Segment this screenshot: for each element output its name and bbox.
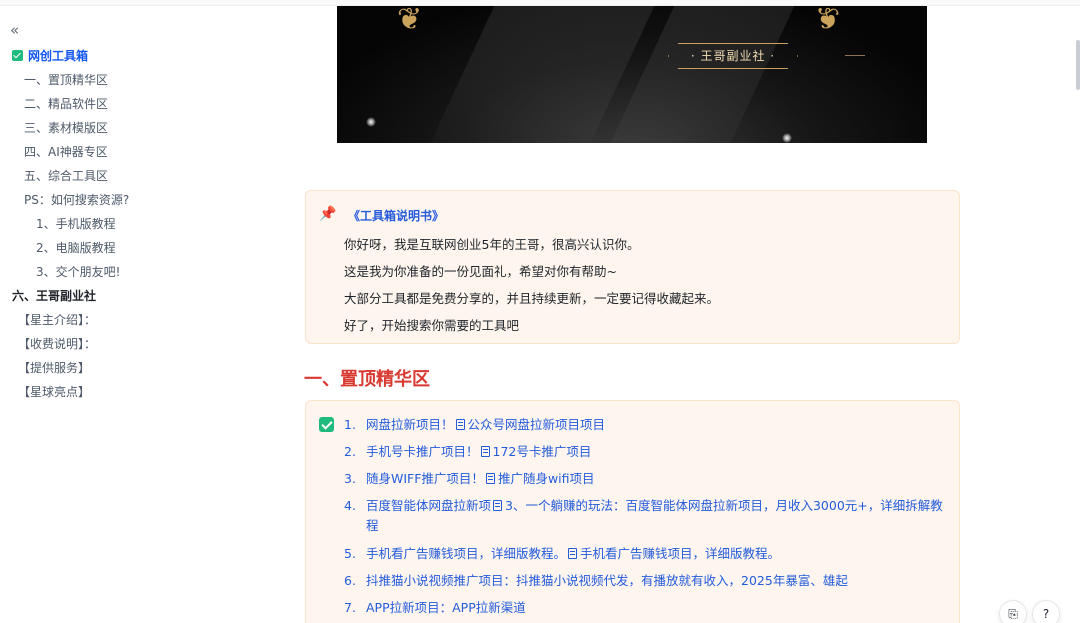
share-button[interactable]: ⎘ [999, 600, 1027, 623]
list-item[interactable]: 5. 手机看广告赚钱项目，详细版教程。 手机看广告赚钱项目，详细版教程。 [344, 544, 944, 564]
list-item[interactable]: 1. 网盘拉新项目！ 公众号网盘拉新项目项目 [344, 415, 944, 435]
list-item[interactable]: 7. APP拉新项目：APP拉新渠道 [344, 598, 944, 618]
doc-icon [485, 473, 495, 484]
list-item-text[interactable]: 手机看广告赚钱项目，详细版教程。 [366, 546, 566, 561]
sidebar-item[interactable]: 【收费说明】： [0, 332, 200, 356]
sidebar-item[interactable]: 五、综合工具区 [0, 164, 200, 188]
doc-link[interactable]: 手机看广告赚钱项目，详细版教程。 [580, 546, 780, 561]
sidebar-item[interactable]: 四、AI神器专区 [0, 140, 200, 164]
doc-link[interactable]: 公众号网盘拉新项目项目 [468, 417, 606, 432]
sidebar-item[interactable]: PS：如何搜索资源? [0, 188, 200, 212]
doc-icon [480, 446, 490, 457]
sidebar-item-label: 【星主介绍】： [18, 313, 97, 327]
sidebar-item[interactable]: 三、素材模版区 [0, 116, 200, 140]
sidebar-item[interactable]: 一、置顶精华区 [0, 68, 200, 92]
sidebar-item-label: 3、交个朋友吧! [36, 265, 121, 279]
sidebar-item-label: 网创工具箱 [28, 49, 89, 63]
list-item[interactable]: 4. 百度智能体网盘拉新项 3、一个躺赚的玩法：百度智能体网盘拉新项目，月收入300… [344, 496, 944, 536]
callout-title[interactable]: 《工具箱说明书》 [348, 207, 444, 224]
sidebar-item[interactable]: 【星主介绍】： [0, 308, 200, 332]
list-item-number: 5. [344, 546, 356, 561]
checkbox-checked-icon[interactable] [319, 417, 334, 432]
list-item-number: 7. [344, 600, 356, 615]
callout-line: 这是我为你准备的一份见面礼，希望对你有帮助~ [344, 264, 617, 279]
banner-image: ❦ ❦ · 王哥副业社 · [337, 6, 927, 143]
share-icon: ⎘ [1008, 607, 1018, 621]
list-item-text[interactable]: 百度智能体网盘拉新项 [366, 498, 491, 513]
sidebar-item[interactable]: 【星球亮点】 [0, 380, 200, 404]
doc-icon [455, 419, 465, 430]
callout-line: 大部分工具都是免费分享的，并且持续更新，一定要记得收藏起来。 [344, 291, 720, 306]
sidebar-item-label: 2、电脑版教程 [36, 241, 116, 255]
list-item-number: 6. [344, 573, 356, 588]
brand-seal: · 王哥副业社 · [668, 43, 798, 69]
pushpin-icon: 📌 [319, 206, 337, 222]
help-icon: ? [1042, 607, 1050, 621]
list-item-number: 4. [344, 498, 356, 513]
list-item-text[interactable]: 手机号卡推广项目！ [366, 444, 479, 459]
sidebar-item[interactable]: 网创工具箱 [0, 44, 200, 68]
sidebar-item[interactable]: 【提供服务】 [0, 356, 200, 380]
sidebar-item-label: 四、AI神器专区 [24, 145, 108, 159]
sidebar-item[interactable]: 3、交个朋友吧! [0, 260, 200, 284]
sidebar-item-label: 【收费说明】： [18, 337, 97, 351]
list-item[interactable]: 6. 抖推猫小说视频推广项目：抖推猫小说视频代发，有播放就有收入，2025年暴富、… [344, 571, 944, 591]
sidebar-item-label: 【提供服务】 [18, 361, 91, 375]
list-item-text[interactable]: 随身WIFF推广项目！ [366, 471, 484, 486]
sidebar-item-label: 二、精品软件区 [24, 97, 109, 111]
sidebar-item-label: 六、王哥副业社 [12, 289, 97, 303]
list-item-text[interactable]: 抖推猫小说视频推广项目：抖推猫小说视频代发，有播放就有收入，2025年暴富、雄起 [366, 573, 848, 588]
project-list-callout: 1. 网盘拉新项目！ 公众号网盘拉新项目项目 2. 手机号卡推广项目！ 172号卡推广项目… [305, 400, 960, 623]
scrollbar[interactable] [1076, 40, 1080, 90]
section-heading: 一、置顶精华区 [304, 369, 430, 390]
sidebar-item[interactable]: 2、电脑版教程 [0, 236, 200, 260]
callout-line: 好了，开始搜索你需要的工具吧 [344, 318, 520, 333]
sidebar-item[interactable]: 1、手机版教程 [0, 212, 200, 236]
laurel-left-icon: ❦ [397, 6, 423, 37]
list-item-text[interactable]: 网盘拉新项目！ [366, 417, 454, 432]
list-item-number: 1. [344, 417, 356, 432]
doc-link[interactable]: 推广随身wifi项目 [498, 471, 595, 486]
sidebar-item-label: 【星球亮点】 [18, 385, 91, 399]
callout-line: 你好呀，我是互联网创业5年的王哥，很高兴认识你。 [344, 237, 640, 252]
list-item-number: 2. [344, 444, 356, 459]
laurel-right-icon: ❦ [815, 6, 841, 37]
manual-callout: 📌 《工具箱说明书》 你好呀，我是互联网创业5年的王哥，很高兴认识你。 这是我为… [305, 190, 960, 344]
sidebar-item-label: PS：如何搜索资源? [24, 193, 130, 207]
help-button[interactable]: ? [1032, 600, 1060, 623]
checkbox-icon [12, 50, 23, 61]
list-item[interactable]: 2. 手机号卡推广项目！ 172号卡推广项目 [344, 442, 944, 462]
outline-nav: 网创工具箱一、置顶精华区 二、精品软件区 三、素材模版区 四、AI神器专区 五、综合工具… [0, 44, 200, 404]
sidebar-item-label: 一、置顶精华区 [24, 73, 109, 87]
collapse-sidebar-icon[interactable]: « [10, 22, 28, 38]
sidebar-item[interactable]: 六、王哥副业社 [0, 284, 200, 308]
sidebar-item[interactable]: 二、精品软件区 [0, 92, 200, 116]
sidebar-item-label: 三、素材模版区 [24, 121, 109, 135]
doc-link[interactable]: 172号卡推广项目 [493, 444, 592, 459]
list-item-number: 3. [344, 471, 356, 486]
sidebar-item-label: 五、综合工具区 [24, 169, 109, 183]
list-item[interactable]: 3. 随身WIFF推广项目！ 推广随身wifi项目 [344, 469, 944, 489]
doc-icon [568, 548, 578, 559]
doc-icon [493, 500, 503, 511]
sidebar-item-label: 1、手机版教程 [36, 217, 116, 231]
list-item-text[interactable]: APP拉新项目：APP拉新渠道 [366, 600, 526, 615]
